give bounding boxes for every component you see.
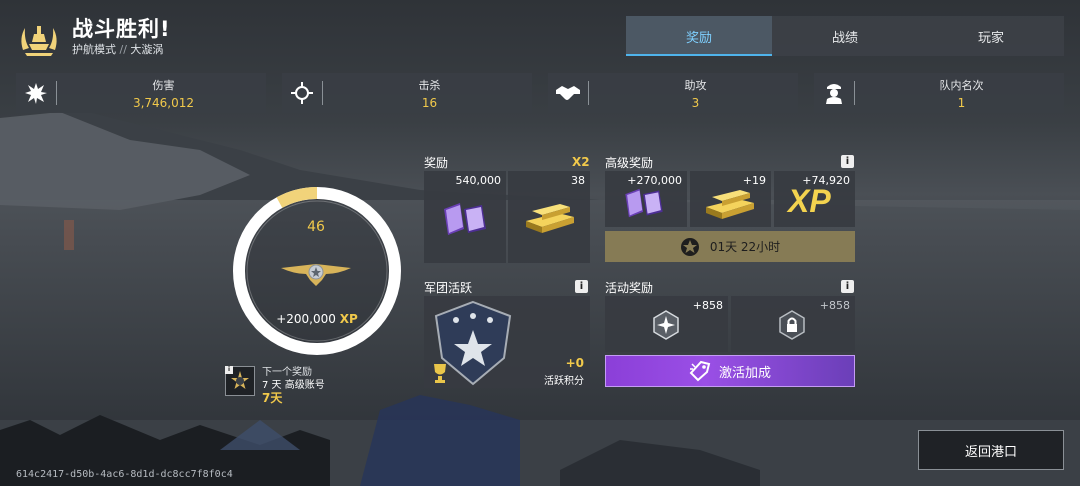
handshake-icon: [548, 73, 588, 113]
reward-amount: +858: [819, 299, 850, 312]
reward-gold-card[interactable]: 38: [508, 171, 590, 263]
stat-kills: 击杀 16: [282, 73, 532, 113]
stat-assists: 助攻 3: [548, 73, 798, 113]
legion-activity-title: 军团活跃: [424, 281, 473, 295]
stat-label: 击杀: [418, 78, 441, 92]
compass-medal-icon: [653, 310, 679, 340]
credits-books-icon: [625, 188, 663, 218]
stat-label: 伤害: [152, 78, 175, 92]
stat-value: 3,746,012: [132, 95, 195, 110]
stat-value: 3: [691, 95, 700, 110]
activate-boost-button[interactable]: 激活加成: [605, 355, 855, 387]
subtitle-separator: //: [119, 43, 127, 56]
victory-laurel-logo: [21, 26, 57, 56]
stat-value: 16: [421, 95, 438, 110]
battle-id: 614c2417-d50b-4ac6-8d1d-dc8cc7f8f0c4: [16, 469, 233, 480]
event-reward-card-2[interactable]: +858: [731, 296, 855, 352]
reward-multiplier: X2: [572, 155, 590, 169]
lock-medal-icon: [779, 310, 805, 340]
boost-tag-icon: [689, 360, 711, 382]
premium-credits-card[interactable]: +270,000: [605, 171, 687, 227]
stat-label: 队内名次: [939, 78, 984, 92]
event-reward-card-1[interactable]: +858: [605, 296, 728, 352]
tab-players[interactable]: 玩家: [918, 16, 1064, 56]
next-reward-icon[interactable]: i: [225, 366, 255, 396]
info-icon[interactable]: i: [841, 280, 854, 293]
credits-books-icon: [444, 203, 486, 235]
reward-amount: 38: [571, 174, 585, 187]
timer-text: 01天 22小时: [709, 240, 781, 254]
premium-rewards-title: 高级奖励: [605, 156, 654, 170]
activity-points: +0: [565, 356, 584, 370]
result-tabs: 奖励 战绩 玩家: [626, 16, 1064, 56]
mode-name: 护航模式: [72, 43, 116, 56]
battle-mode-subtitle: 护航模式 // 大漩涡: [72, 41, 163, 57]
premium-xp-card[interactable]: +74,920 XP: [774, 171, 855, 227]
battle-result-title: 战斗胜利!: [72, 17, 171, 41]
star-badge-icon: [680, 237, 700, 257]
rewards-title: 奖励: [424, 156, 449, 170]
divider: [588, 81, 589, 105]
stat-value: 1: [957, 95, 966, 110]
premium-timer[interactable]: 01天 22小时: [605, 231, 855, 262]
soldier-rank-icon: [814, 73, 854, 113]
stat-label: 助攻: [684, 78, 707, 92]
xp-gained: +200,000 XP: [262, 312, 372, 326]
event-rewards-title: 活动奖励: [605, 281, 654, 295]
return-to-port-button[interactable]: 返回港口: [918, 430, 1064, 470]
xp-unit: XP: [339, 312, 358, 326]
premium-gold-card[interactable]: +19: [690, 171, 771, 227]
divider: [854, 81, 855, 105]
map-name: 大漩涡: [130, 43, 164, 56]
tab-rewards[interactable]: 奖励: [626, 16, 772, 56]
reward-amount: +858: [692, 299, 723, 312]
gold-bars-icon: [706, 190, 754, 219]
trophy-icon: [434, 364, 446, 383]
reward-amount: +270,000: [627, 174, 682, 187]
gold-bars-icon: [526, 204, 574, 233]
activate-boost-label: 激活加成: [718, 365, 771, 381]
stat-damage: 伤害 3,746,012: [16, 73, 266, 113]
info-icon: i: [225, 366, 233, 374]
reward-credits-card[interactable]: 540,000: [424, 171, 506, 263]
xp-gain-amount: +200,000: [276, 312, 336, 326]
divider: [56, 81, 57, 105]
reward-amount: 540,000: [455, 174, 502, 187]
player-level: 46: [307, 219, 325, 235]
explosion-icon: [16, 73, 56, 113]
legion-activity-card[interactable]: +0 活跃积分: [424, 296, 590, 388]
crosshair-icon: [282, 73, 322, 113]
stat-team-rank: 队内名次 1: [814, 73, 1064, 113]
wings-emblem-icon: [281, 264, 351, 286]
divider: [322, 81, 323, 105]
xp-icon: XP: [788, 183, 831, 219]
info-icon[interactable]: i: [841, 155, 854, 168]
activity-points-label: 活跃积分: [544, 376, 584, 387]
tab-record[interactable]: 战绩: [772, 16, 918, 56]
info-icon[interactable]: i: [575, 280, 588, 293]
next-reward-days: 7天: [262, 391, 283, 405]
